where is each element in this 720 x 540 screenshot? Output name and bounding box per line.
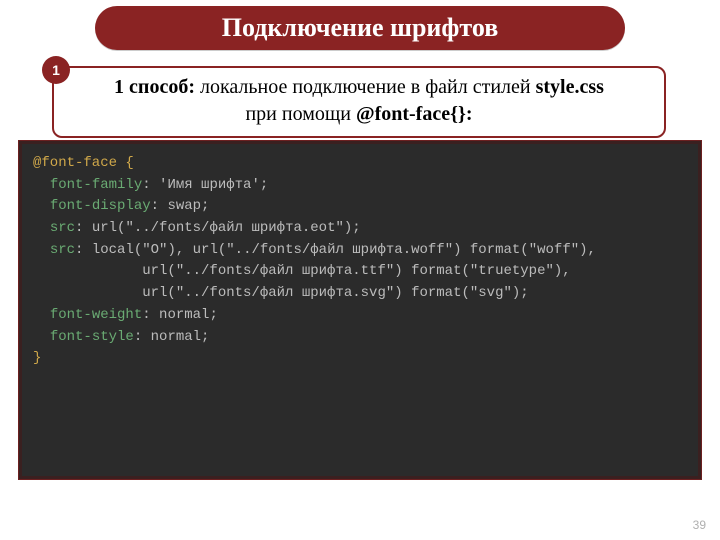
page-number: 39 bbox=[693, 518, 706, 532]
subtitle-line-2: при помощи @font-face{}: bbox=[64, 101, 654, 128]
code-val: url("../fonts/файл шрифта.eot"); bbox=[83, 220, 360, 236]
code-val: local("O"), url("../fonts/файл шрифта.wo… bbox=[83, 242, 595, 258]
subtitle-file: style.css bbox=[536, 76, 604, 98]
code-val: url("../fonts/файл шрифта.ttf") format("… bbox=[142, 263, 570, 279]
code-brace-open: { bbox=[117, 155, 134, 171]
subtitle-lead: 1 способ: bbox=[114, 76, 195, 98]
code-val: normal; bbox=[142, 329, 209, 345]
code-colon: : bbox=[151, 198, 159, 214]
subtitle-line-1: 1 способ: локальное подключение в файл с… bbox=[64, 74, 654, 101]
code-brace-close: } bbox=[33, 350, 41, 366]
code-val: swap; bbox=[159, 198, 209, 214]
code-prop: font-weight bbox=[50, 307, 142, 323]
code-rule: @font-face bbox=[33, 155, 117, 171]
code-block: @font-face { font-family: 'Имя шрифта'; … bbox=[18, 140, 702, 480]
code-colon: : bbox=[142, 177, 150, 193]
code-colon: : bbox=[134, 329, 142, 345]
slide-title-bar: Подключение шрифтов bbox=[95, 6, 625, 50]
code-prop: font-family bbox=[50, 177, 142, 193]
code-val: url("../fonts/файл шрифта.svg") format("… bbox=[142, 285, 528, 301]
code-val: 'Имя шрифта'; bbox=[151, 177, 269, 193]
subtitle-box: 1 способ: локальное подключение в файл с… bbox=[52, 66, 666, 138]
code-colon: : bbox=[142, 307, 150, 323]
code-prop: font-style bbox=[50, 329, 134, 345]
slide-title: Подключение шрифтов bbox=[222, 13, 498, 43]
subtitle-line2a: при помощи bbox=[245, 103, 356, 125]
subtitle-line2b: @font-face{}: bbox=[356, 103, 473, 125]
code-val: normal; bbox=[151, 307, 218, 323]
step-badge: 1 bbox=[42, 56, 70, 84]
code-prop: src bbox=[50, 220, 75, 236]
step-badge-number: 1 bbox=[52, 62, 60, 78]
subtitle-rest1: локальное подключение в файл стилей bbox=[195, 76, 536, 98]
code-prop: font-display bbox=[50, 198, 151, 214]
code-prop: src bbox=[50, 242, 75, 258]
